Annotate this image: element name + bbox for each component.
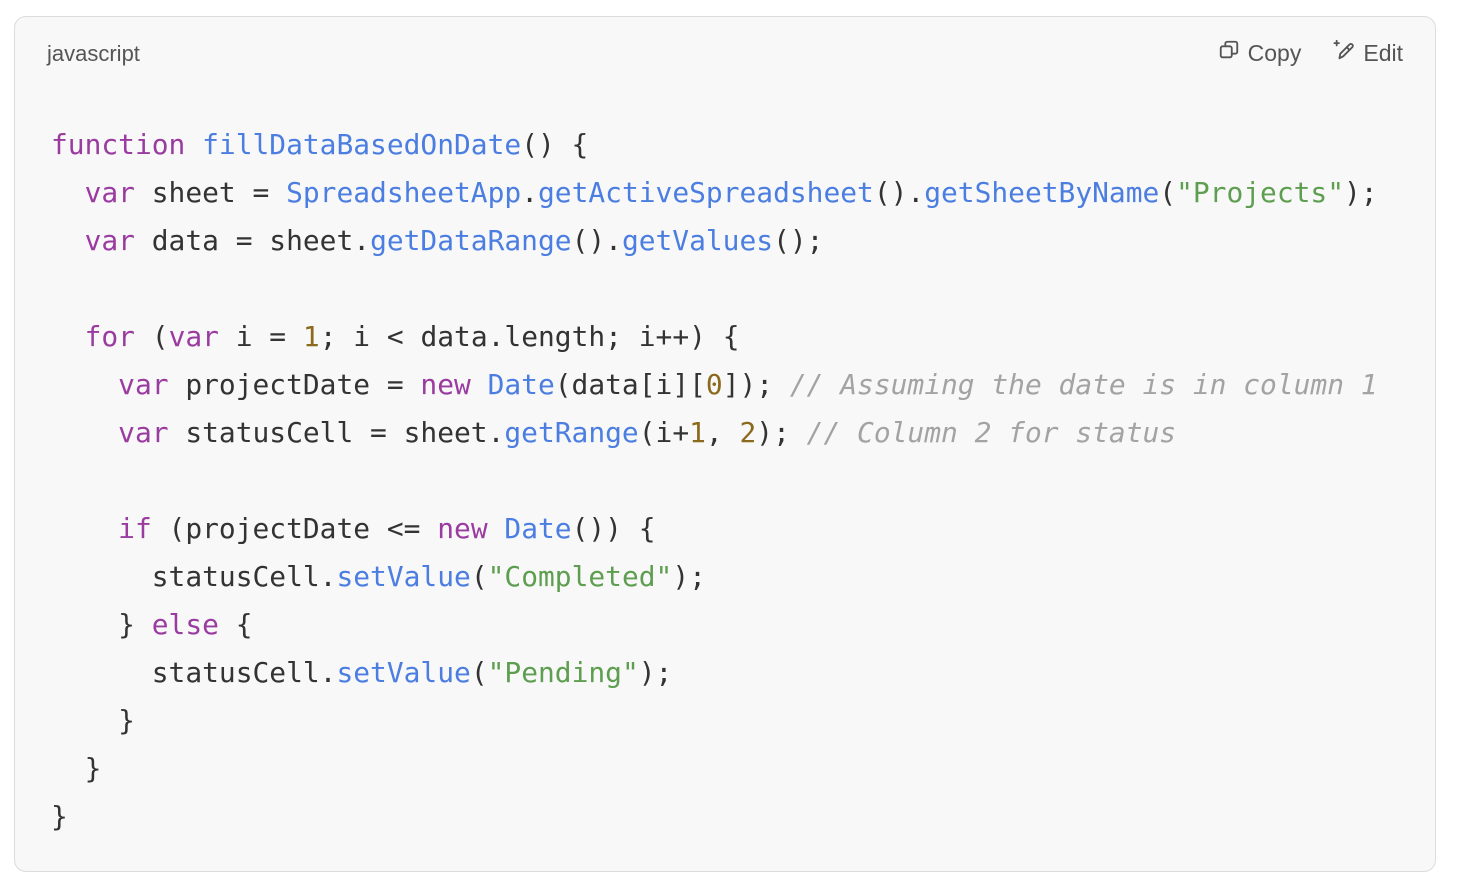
keyword-token: new (437, 512, 488, 545)
code-line: function fillDataBasedOnDate() { (51, 121, 1378, 169)
text-token: } (51, 752, 102, 785)
comment-token: // Assuming the date is in column 1 (789, 368, 1378, 401)
code-line: } (51, 745, 1378, 793)
text-token: } (51, 704, 135, 737)
code-line: var statusCell = sheet.getRange(i+1, 2);… (51, 409, 1378, 457)
function-token: getRange (504, 416, 639, 449)
keyword-token: var (84, 224, 135, 257)
function-token: Date (504, 512, 572, 545)
string-token: "Completed" (487, 560, 673, 593)
code-line: var projectDate = new Date(data[i][0]); … (51, 361, 1378, 409)
text-token: ); (638, 656, 673, 689)
code-line: } else { (51, 601, 1378, 649)
number-token: 1 (302, 320, 320, 353)
keyword-token: var (118, 416, 169, 449)
text-token: ( (470, 656, 488, 689)
code-actions: Copy Edit (1218, 39, 1403, 67)
language-label: javascript (47, 41, 140, 66)
text-token: } (51, 800, 68, 833)
keyword-token: new (420, 368, 471, 401)
text-token: data = sheet. (134, 224, 371, 257)
text-token: statusCell = sheet. (168, 416, 505, 449)
text-token: ( (134, 320, 169, 353)
code-line: var sheet = SpreadsheetApp.getActiveSpre… (51, 169, 1378, 217)
code-line: if (projectDate <= new Date()) { (51, 505, 1378, 553)
copy-button[interactable]: Copy (1218, 39, 1302, 67)
keyword-token: var (118, 368, 169, 401)
keyword-token: for (84, 320, 135, 353)
text-token: ()) { (571, 512, 656, 545)
edit-label: Edit (1363, 39, 1403, 66)
text-token: ]); (722, 368, 790, 401)
text-token: (). (873, 176, 925, 209)
function-token: setValue (336, 560, 471, 593)
text-token: ; i < data.length; i++) { (319, 320, 740, 353)
code-content: function fillDataBasedOnDate() { var she… (51, 121, 1378, 841)
code-line: statusCell.setValue("Completed"); (51, 553, 1378, 601)
text-token: ); (1344, 176, 1378, 209)
text-token: ); (756, 416, 807, 449)
keyword-token: else (151, 608, 219, 641)
text-token: { (218, 608, 253, 641)
function-token: setValue (336, 656, 471, 689)
text-token: ); (672, 560, 706, 593)
text-token: } (51, 608, 152, 641)
keyword-token: var (84, 176, 135, 209)
text-token: () { (521, 128, 589, 161)
text-token: (). (571, 224, 622, 257)
keyword-token: function (51, 128, 186, 161)
text-token: statusCell. (51, 560, 337, 593)
text-token: (data[i][ (554, 368, 706, 401)
number-token: 2 (739, 416, 757, 449)
text-token: ( (470, 560, 488, 593)
keyword-token: if (118, 512, 152, 545)
text-token: i = (218, 320, 303, 353)
text-token: . (521, 176, 538, 209)
copy-label: Copy (1247, 39, 1302, 66)
text-token: , (705, 416, 740, 449)
code-line: var data = sheet.getDataRange().getValue… (51, 217, 1378, 265)
text-token: projectDate = (168, 368, 421, 401)
keyword-token: var (168, 320, 219, 353)
copy-icon (1218, 39, 1240, 67)
string-token: "Projects" (1176, 176, 1345, 209)
code-line: statusCell.setValue("Pending"); (51, 649, 1378, 697)
pencil-sparkle-icon (1333, 39, 1355, 67)
text-token: sheet = (134, 176, 287, 209)
function-token: getActiveSpreadsheet (537, 176, 874, 209)
number-token: 0 (705, 368, 723, 401)
text-token: (projectDate <= (151, 512, 438, 545)
code-line: } (51, 793, 1378, 841)
function-token: getValues (621, 224, 774, 257)
number-token: 1 (689, 416, 706, 449)
code-line: for (var i = 1; i < data.length; i++) { (51, 313, 1378, 361)
function-token: SpreadsheetApp (286, 176, 522, 209)
text-token: statusCell. (51, 656, 337, 689)
edit-button[interactable]: Edit (1333, 39, 1403, 67)
text-token: (i+ (638, 416, 690, 449)
text-token: (); (773, 224, 824, 257)
code-block: javascript Copy Edit function fillDataBa… (14, 16, 1436, 872)
function-token: fillDataBasedOnDate (202, 128, 522, 161)
function-token: getSheetByName (924, 176, 1160, 209)
comment-token: // Column 2 for status (806, 416, 1177, 449)
function-token: Date (487, 368, 555, 401)
function-token: getDataRange (370, 224, 572, 257)
code-block-header: javascript Copy Edit (15, 17, 1435, 93)
code-line: } (51, 697, 1378, 745)
text-token: ( (1159, 176, 1177, 209)
string-token: "Pending" (487, 656, 639, 689)
